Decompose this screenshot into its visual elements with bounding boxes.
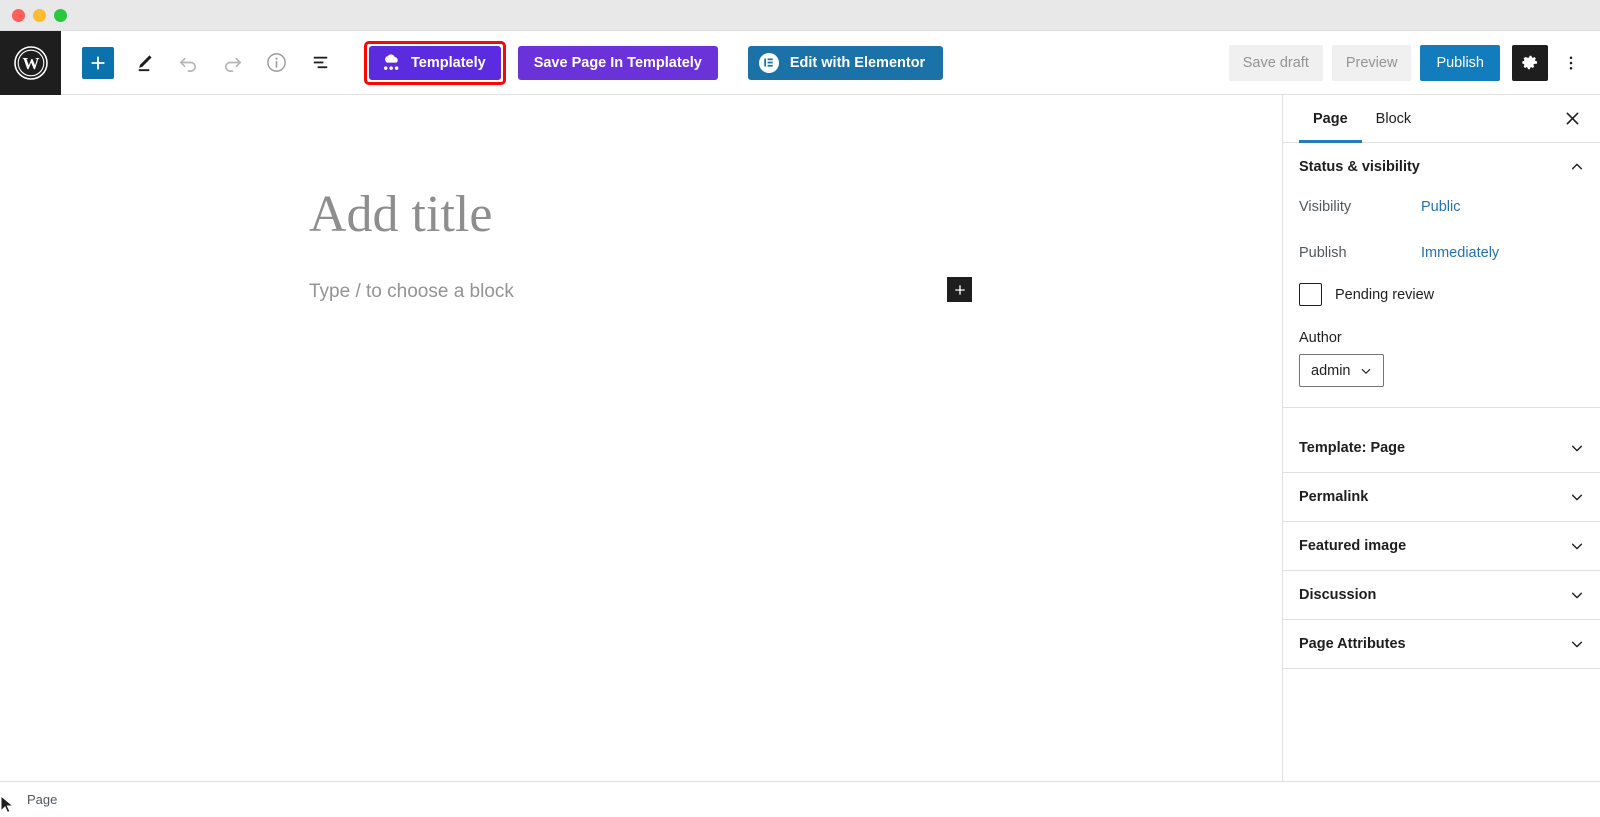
publish-value-button[interactable]: Immediately [1421,245,1499,261]
chevron-down-icon [1571,445,1583,452]
pencil-icon [138,55,152,72]
window-titlebar [0,0,1600,31]
panel-title: Permalink [1299,489,1369,505]
panel-title: Featured image [1299,538,1407,554]
plugin-buttons-group: Templately Save Page In Templately Edit … [364,40,944,85]
templately-highlight-box: Templately [364,40,506,85]
row-visibility: Visibility Public [1299,191,1584,223]
panel-title: Template: Page [1299,440,1406,456]
chevron-up-icon [1571,163,1583,170]
panel-page-attributes: Page Attributes [1283,620,1600,669]
save-page-in-templately-button[interactable]: Save Page In Templately [517,45,718,80]
sidebar-tab-list: Page Block [1283,95,1600,143]
panel-discussion: Discussion [1283,571,1600,620]
elementor-logo-icon [758,52,779,73]
info-circle-icon [266,53,286,72]
redo-button[interactable] [214,45,250,81]
wordpress-logo-button[interactable]: W [0,30,61,95]
panel-permalink: Permalink [1283,473,1600,522]
visibility-value-button[interactable]: Public [1421,199,1461,215]
editor-toolbar: W Templately Save Page In Templately Edi… [0,30,1600,95]
wordpress-block-editor: W Templately Save Page In Templately Edi… [0,30,1600,817]
chevron-down-icon [1571,641,1583,648]
author-selected-value: admin [1311,362,1351,379]
plus-icon [954,284,965,295]
panel-featured-image-header[interactable]: Featured image [1283,522,1600,570]
settings-toggle-button[interactable] [1512,44,1548,81]
redo-arrow-icon [224,57,241,72]
post-title-input[interactable]: Add title [309,186,492,243]
default-block-input[interactable]: Type / to choose a block [309,281,514,303]
wordpress-logo-icon: W [13,45,48,80]
list-view-button[interactable] [302,45,338,81]
tab-page[interactable]: Page [1299,95,1362,143]
panel-status-visibility: Status & visibility Visibility Public Pu… [1283,143,1600,408]
edit-with-elementor-label: Edit with Elementor [789,54,926,71]
chevron-down-icon [1571,543,1583,550]
settings-sidebar: Page Block Status & visibility Visibilit… [1282,95,1600,781]
toolbar-left-tools: Templately Save Page In Templately Edit … [61,40,944,85]
templately-button[interactable]: Templately [369,45,501,80]
panel-title: Status & visibility [1299,159,1420,175]
sidebar-close-button[interactable] [1556,103,1588,135]
chevron-down-icon [1571,592,1583,599]
more-options-button[interactable] [1556,45,1586,81]
kebab-menu-icon [1569,55,1573,70]
panel-featured-image: Featured image [1283,522,1600,571]
tab-block[interactable]: Block [1362,95,1425,142]
undo-button[interactable] [170,45,206,81]
mouse-cursor-icon [0,795,15,814]
panel-template: Template: Page [1283,424,1600,473]
list-view-icon [313,56,327,69]
breadcrumb-page[interactable]: Page [27,792,57,807]
traffic-lights [12,9,67,22]
preview-button[interactable]: Preview [1331,44,1412,81]
save-draft-button[interactable]: Save draft [1228,44,1323,81]
tools-edit-button[interactable] [126,45,162,81]
plus-icon [91,56,105,69]
row-publish: Publish Immediately [1299,237,1584,269]
block-inserter-button[interactable] [82,46,114,79]
toolbar-right-actions: Save draft Preview Publish [1228,44,1600,81]
svg-text:W: W [22,54,39,73]
panel-page-attributes-header[interactable]: Page Attributes [1283,620,1600,668]
undo-arrow-icon [179,57,196,72]
panel-title: Discussion [1299,587,1377,603]
edit-with-elementor-button[interactable]: Edit with Elementor [747,45,944,80]
pending-review-checkbox-row[interactable]: Pending review [1299,283,1584,306]
panel-title: Page Attributes [1299,636,1406,652]
panel-status-visibility-header[interactable]: Status & visibility [1283,143,1600,191]
details-button[interactable] [258,45,294,81]
panel-template-header[interactable]: Template: Page [1283,424,1600,472]
author-label: Author [1299,330,1342,346]
templately-button-label: Templately [411,54,486,71]
chevron-down-icon [1361,368,1370,374]
visibility-label: Visibility [1299,199,1352,215]
pending-review-checkbox[interactable] [1299,283,1322,306]
panel-spacer [1283,408,1600,424]
window-close-button[interactable] [12,9,25,22]
editor-canvas[interactable]: Add title Type / to choose a block [0,95,1282,781]
publish-label: Publish [1299,245,1347,261]
chevron-down-icon [1571,494,1583,501]
close-icon [1566,112,1578,125]
panel-status-visibility-body: Visibility Public Publish Immediately Pe… [1283,191,1600,407]
panel-permalink-header[interactable]: Permalink [1283,473,1600,521]
gear-icon [1521,55,1537,70]
window-maximize-button[interactable] [54,9,67,22]
canvas-block-inserter-button[interactable] [947,277,972,302]
pending-review-label: Pending review [1335,286,1435,303]
panel-discussion-header[interactable]: Discussion [1283,571,1600,619]
window-minimize-button[interactable] [33,9,46,22]
publish-button[interactable]: Publish [1420,44,1500,81]
templately-cloud-icon [383,53,399,70]
author-select[interactable]: admin [1299,354,1384,387]
editor-footer: Page [0,781,1600,817]
